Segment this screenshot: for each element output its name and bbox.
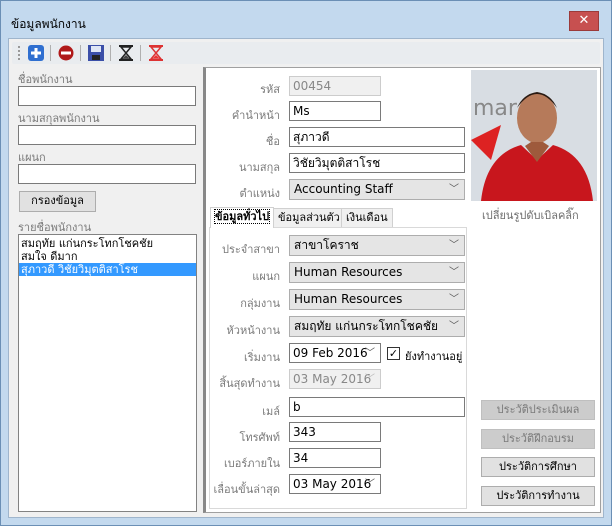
hourglass-icon[interactable]	[118, 45, 134, 61]
chevron-down-icon: ﹀	[449, 294, 459, 305]
list-item[interactable]: สมใจ ดีมาก	[19, 250, 196, 263]
first-name-filter-input[interactable]	[18, 86, 196, 106]
photo-hint: เปลี่ยนรูปดับเบิลคลิ๊ก	[482, 209, 579, 222]
toolbar-separator	[80, 45, 81, 61]
window-title: ข้อมูลพนักงาน	[11, 17, 86, 31]
department-filter-input[interactable]	[18, 164, 196, 184]
list-item-selected[interactable]: สุภาวดี วิชัยวิมุตติสาโรช	[19, 263, 196, 276]
toolbar-grip[interactable]	[18, 46, 20, 60]
chevron-down-icon: ﹀	[449, 184, 459, 195]
dept-label: แผนก	[252, 270, 280, 283]
chevron-down-icon: ﹀	[365, 479, 375, 490]
head-select[interactable]: สมฤทัย แก่นกระโทกโชคชัย ﹀	[289, 316, 465, 337]
position-value: Accounting Staff	[294, 182, 393, 196]
still-working-label: ยังทำงานอยู่	[405, 350, 463, 363]
email-label: เมล์	[262, 405, 280, 418]
branch-label: ประจำสาขา	[221, 243, 280, 256]
employee-list[interactable]: สมฤทัย แก่นกระโทกโชคชัย สมใจ ดีมาก สุภาว…	[18, 234, 197, 512]
prefix-label: คำนำหน้า	[231, 109, 280, 122]
phone-input[interactable]: 343	[289, 422, 381, 442]
group-label: กลุ่มงาน	[240, 297, 280, 310]
group-select[interactable]: Human Resources ﹀	[289, 289, 465, 310]
start-date-value: 09 Feb 2016	[293, 346, 368, 360]
group-value: Human Resources	[294, 292, 403, 306]
chevron-down-icon: ﹀	[449, 321, 459, 332]
ext-input[interactable]: 34	[289, 448, 381, 468]
start-label: เริ่มงาน	[244, 351, 280, 364]
add-icon[interactable]	[28, 45, 44, 61]
name-input[interactable]: สุภาวดี	[289, 127, 465, 147]
toolbar-separator	[50, 45, 51, 61]
surname-input[interactable]: วิชัยวิมุตติสาโรช	[289, 153, 465, 173]
employee-photo[interactable]: mar	[471, 70, 597, 201]
branch-select[interactable]: สาขาโคราช ﹀	[289, 235, 465, 256]
tab-general[interactable]: ข้อมูลทั่วไป	[210, 207, 275, 228]
head-value: สมฤทัย แก่นกระโทกโชคชัย	[294, 319, 439, 333]
delete-icon[interactable]	[58, 45, 74, 61]
end-label: สิ้นสุดทำงาน	[219, 377, 280, 390]
still-working-checkbox[interactable]: ✓	[387, 347, 400, 360]
hourglass-red-icon[interactable]	[148, 45, 164, 61]
chevron-down-icon: ﹀	[365, 374, 375, 385]
prefix-input[interactable]: Ms	[289, 101, 381, 121]
email-input[interactable]: b	[289, 397, 465, 417]
filter-button[interactable]: กรองข้อมูล	[19, 191, 96, 212]
position-select[interactable]: Accounting Staff ﹀	[289, 179, 465, 200]
tab-salary[interactable]: เงินเดือน	[341, 208, 393, 228]
start-date-picker[interactable]: 09 Feb 2016 ﹀	[289, 343, 381, 363]
work-history-button[interactable]: ประวัติการทำงาน	[481, 486, 595, 506]
toolbar	[12, 42, 600, 64]
promotion-date-picker[interactable]: 03 May 2016 ﹀	[289, 474, 381, 494]
name-label: ชื่อ	[265, 135, 280, 148]
id-label: รหัส	[260, 83, 280, 96]
chevron-down-icon: ﹀	[449, 240, 459, 251]
toolbar-separator	[140, 45, 141, 61]
chevron-down-icon: ﹀	[449, 267, 459, 278]
toolbar-separator	[110, 45, 111, 61]
phone-label: โทรศัพท์	[239, 431, 280, 444]
end-date-value: 03 May 2016	[293, 372, 372, 386]
surname-label: นามสกุล	[238, 161, 280, 174]
svg-text:mar: mar	[473, 96, 518, 121]
head-label: หัวหน้างาน	[226, 324, 280, 337]
dept-select[interactable]: Human Resources ﹀	[289, 262, 465, 283]
person-photo-icon: mar	[471, 70, 597, 201]
last-name-filter-input[interactable]	[18, 125, 196, 145]
training-history-button: ประวัติฝึกอบรม	[481, 429, 595, 449]
position-label: ตำแหน่ง	[239, 187, 280, 200]
education-history-button[interactable]: ประวัติการศึกษา	[481, 457, 595, 477]
id-input: 00454	[289, 76, 381, 96]
evaluation-history-button: ประวัติประเมินผล	[481, 400, 595, 420]
ext-label: เบอร์ภายใน	[223, 457, 280, 470]
chevron-down-icon: ﹀	[365, 348, 375, 359]
close-button[interactable]: ✕	[569, 11, 599, 31]
save-icon[interactable]	[88, 45, 104, 61]
tab-personal[interactable]: ข้อมูลส่วนตัว	[273, 208, 345, 228]
dept-value: Human Resources	[294, 265, 403, 279]
end-date-picker: 03 May 2016 ﹀	[289, 369, 381, 389]
promo-date-value: 03 May 2016	[293, 477, 372, 491]
promo-label: เลื่อนขั้นล่าสุด	[213, 483, 280, 496]
branch-value: สาขาโคราช	[294, 238, 359, 252]
list-item[interactable]: สมฤทัย แก่นกระโทกโชคชัย	[19, 237, 196, 250]
